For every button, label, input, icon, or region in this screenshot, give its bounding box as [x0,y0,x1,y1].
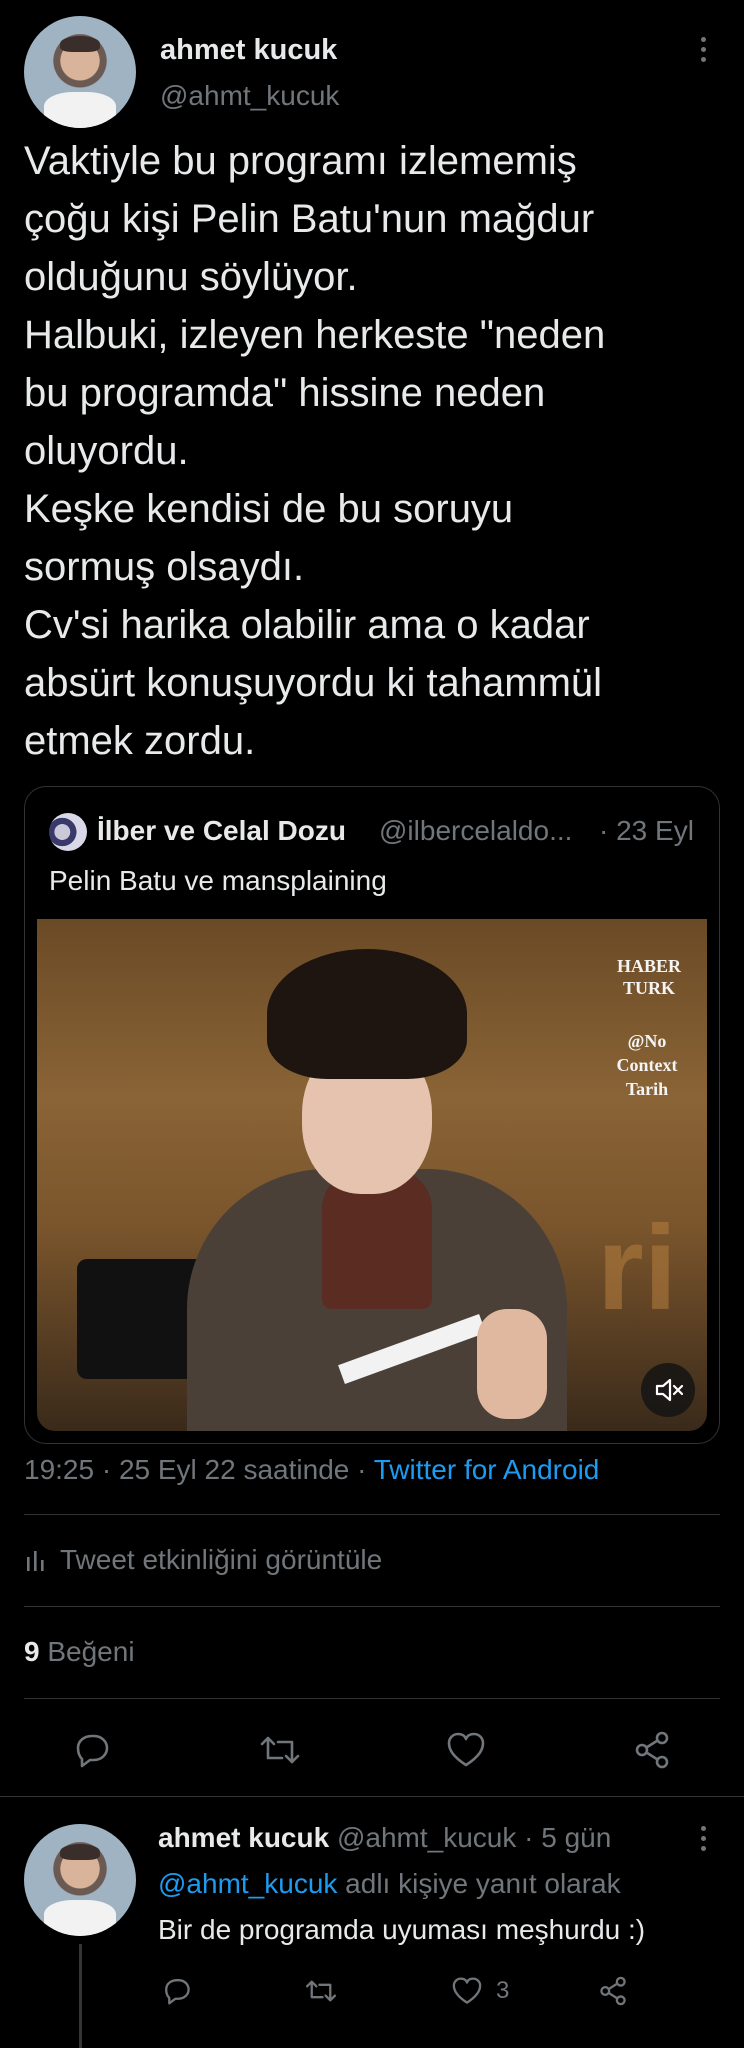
watermark-line: Context [616,1055,678,1075]
tweet-text-line: sormuş olsaydı. [24,545,305,589]
reply-time: · 5 gün [524,1822,612,1853]
tweet-text-line: absürt konuşuyordu ki tahammül [24,661,603,705]
tweet-text-line: bu programda" hissine neden [24,371,546,415]
divider [24,1514,720,1515]
tweet-text-line: oluyordu. [24,429,189,473]
watermark-line: TURK [623,978,676,998]
likes-count: 9 [24,1636,40,1667]
tweet-text: Vaktiyle bu programı izlememiş çoğu kişi… [24,132,724,770]
reply-author-avatar[interactable] [24,1824,136,1936]
retweet-icon[interactable] [302,1974,340,2008]
tweet-text-line: olduğunu söylüyor. [24,255,358,299]
reply-like-count: 3 [496,1977,510,2004]
reply-text: Bir de programda uyuması meşhurdu :) [158,1914,646,1945]
quote-avatar [49,813,87,851]
tweet-text-line: Vaktiyle bu programı izlememiş [24,139,577,183]
quote-date: · 23 Eyl [599,815,694,846]
tweet-activity-label: Tweet etkinliğini görüntüle [60,1544,383,1575]
video-player[interactable]: ri HABER TURK @No Context Tarih [37,919,707,1431]
divider [24,1698,720,1699]
tweet-text-line: Cv'si harika olabilir ama o kadar [24,603,590,647]
quote-text: Pelin Batu ve mansplaining [49,865,387,896]
likes-label: Beğeni [47,1636,135,1667]
reply-header: ahmet kucuk @ahmt_kucuk · 5 gün [158,1822,611,1854]
tweet-text-line: etmek zordu. [24,719,256,763]
tweet-timestamp: 19:25 · 25 Eyl 22 saatinde · [24,1454,374,1485]
thread-line [79,1944,82,2048]
analytics-icon [24,1547,48,1573]
reply-author-name[interactable]: ahmet kucuk [158,1822,329,1853]
tweet-meta: 19:25 · 25 Eyl 22 saatinde · Twitter for… [24,1454,599,1486]
like-icon [450,1974,484,2008]
replying-to-handle[interactable]: @ahmt_kucuk [158,1868,337,1899]
share-icon[interactable] [630,1728,674,1772]
tweet-text-line: Halbuki, izleyen herkeste "neden [24,313,606,357]
watermark-line: Tarih [625,1079,669,1099]
quote-author-handle: @ilbercelaldo... [379,815,573,846]
retweet-icon[interactable] [256,1728,304,1772]
reply-icon[interactable] [70,1728,114,1772]
divider [0,1796,744,1797]
more-icon[interactable] [701,37,707,67]
tweet-text-line: Keşke kendisi de bu soruyu [24,487,514,531]
video-watermark-account: @No Context Tarih [607,1029,687,1101]
quote-author-name: İlber ve Celal Dozu [97,815,346,846]
author-name[interactable]: ahmet kucuk [160,34,337,67]
quoted-tweet-card[interactable]: İlber ve Celal Dozu @ilbercelaldo... · 2… [24,786,720,1444]
mute-icon[interactable] [641,1363,695,1417]
reply-icon[interactable] [160,1974,194,2008]
tweet-source-link[interactable]: Twitter for Android [374,1454,600,1485]
tweet-text-line: çoğu kişi Pelin Batu'nun mağdur [24,197,595,241]
replying-to: @ahmt_kucuk adlı kişiye yanıt olarak [158,1868,621,1900]
more-icon[interactable] [701,1826,707,1856]
watermark-line: HABER [617,956,682,976]
divider [24,1606,720,1607]
author-handle[interactable]: @ahmt_kucuk [160,80,339,112]
likes-summary[interactable]: 9 Beğeni [24,1636,135,1668]
video-watermark-channel: HABER TURK [617,955,681,999]
author-avatar[interactable] [24,16,136,128]
reply-like[interactable]: 3 [450,1974,509,2008]
replying-to-label: adlı kişiye yanıt olarak [345,1868,621,1899]
reply-author-handle[interactable]: @ahmt_kucuk [337,1822,516,1853]
like-icon[interactable] [444,1728,488,1772]
watermark-line: @No [627,1031,667,1051]
tweet-activity-link[interactable]: Tweet etkinliğini görüntüle [24,1544,382,1576]
share-icon[interactable] [596,1974,630,2008]
